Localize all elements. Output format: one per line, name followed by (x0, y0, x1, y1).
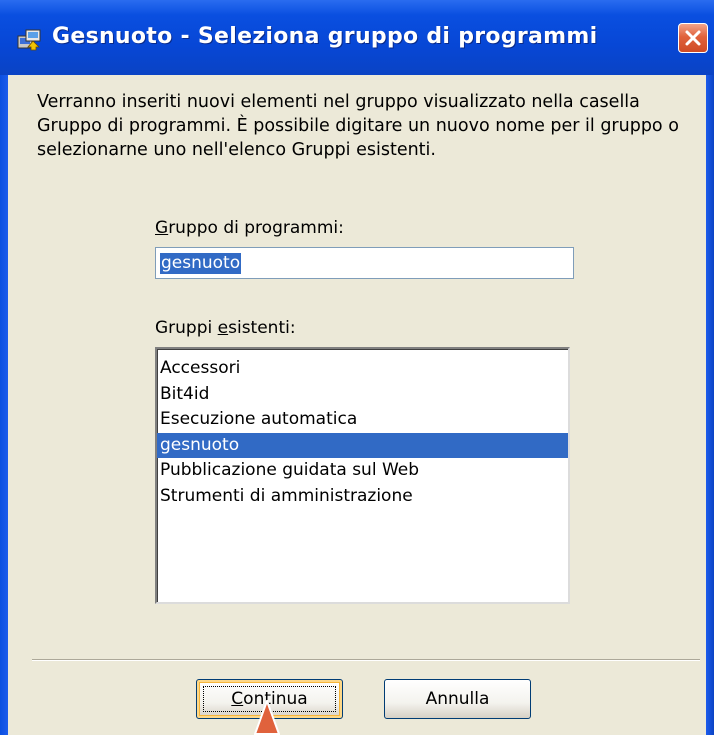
program-group-label: Gruppo di programmi: (155, 218, 344, 238)
title-bar[interactable]: Gesnuoto - Seleziona gruppo di programmi (0, 0, 714, 75)
list-item-esecuzione-automatica[interactable]: Esecuzione automatica (157, 407, 568, 433)
close-button[interactable] (678, 23, 708, 53)
dialog-window: Gesnuoto - Seleziona gruppo di programmi… (0, 0, 714, 735)
existing-groups-label-text: sistenti: (228, 318, 296, 338)
program-group-install-icon (17, 29, 41, 51)
existing-groups-listbox[interactable]: Accessori Bit4id Esecuzione automatica g… (155, 347, 570, 604)
list-item-strumenti-amministrazione[interactable]: Strumenti di amministrazione (157, 484, 568, 510)
list-item-gesnuoto[interactable]: gesnuoto (157, 432, 568, 458)
window-title: Gesnuoto - Seleziona gruppo di programmi (52, 24, 598, 49)
description-text: Verranno inseriti nuovi elementi nel gru… (37, 92, 679, 160)
program-group-input[interactable]: gesnuoto (155, 247, 574, 279)
list-item-bit4id[interactable]: Bit4id (157, 382, 568, 408)
program-group-label-text: ruppo di programmi: (168, 218, 344, 238)
program-group-label-accel: G (155, 218, 169, 238)
existing-groups-label: Gruppi esistenti: (155, 318, 296, 338)
existing-groups-label-pre: Gruppi (155, 318, 218, 338)
existing-groups-label-accel: e (217, 318, 229, 338)
list-item-pubblicazione-guidata[interactable]: Pubblicazione guidata sul Web (157, 458, 568, 484)
window-frame-right (706, 75, 714, 735)
mouse-pointer-icon (254, 700, 280, 735)
window-frame-left (0, 75, 8, 735)
list-item-accessori[interactable]: Accessori (157, 356, 568, 382)
cancel-button[interactable]: Annulla (384, 679, 531, 719)
close-icon (685, 30, 701, 46)
program-group-input-value: gesnuoto (160, 253, 242, 274)
footer-separator (32, 659, 700, 661)
